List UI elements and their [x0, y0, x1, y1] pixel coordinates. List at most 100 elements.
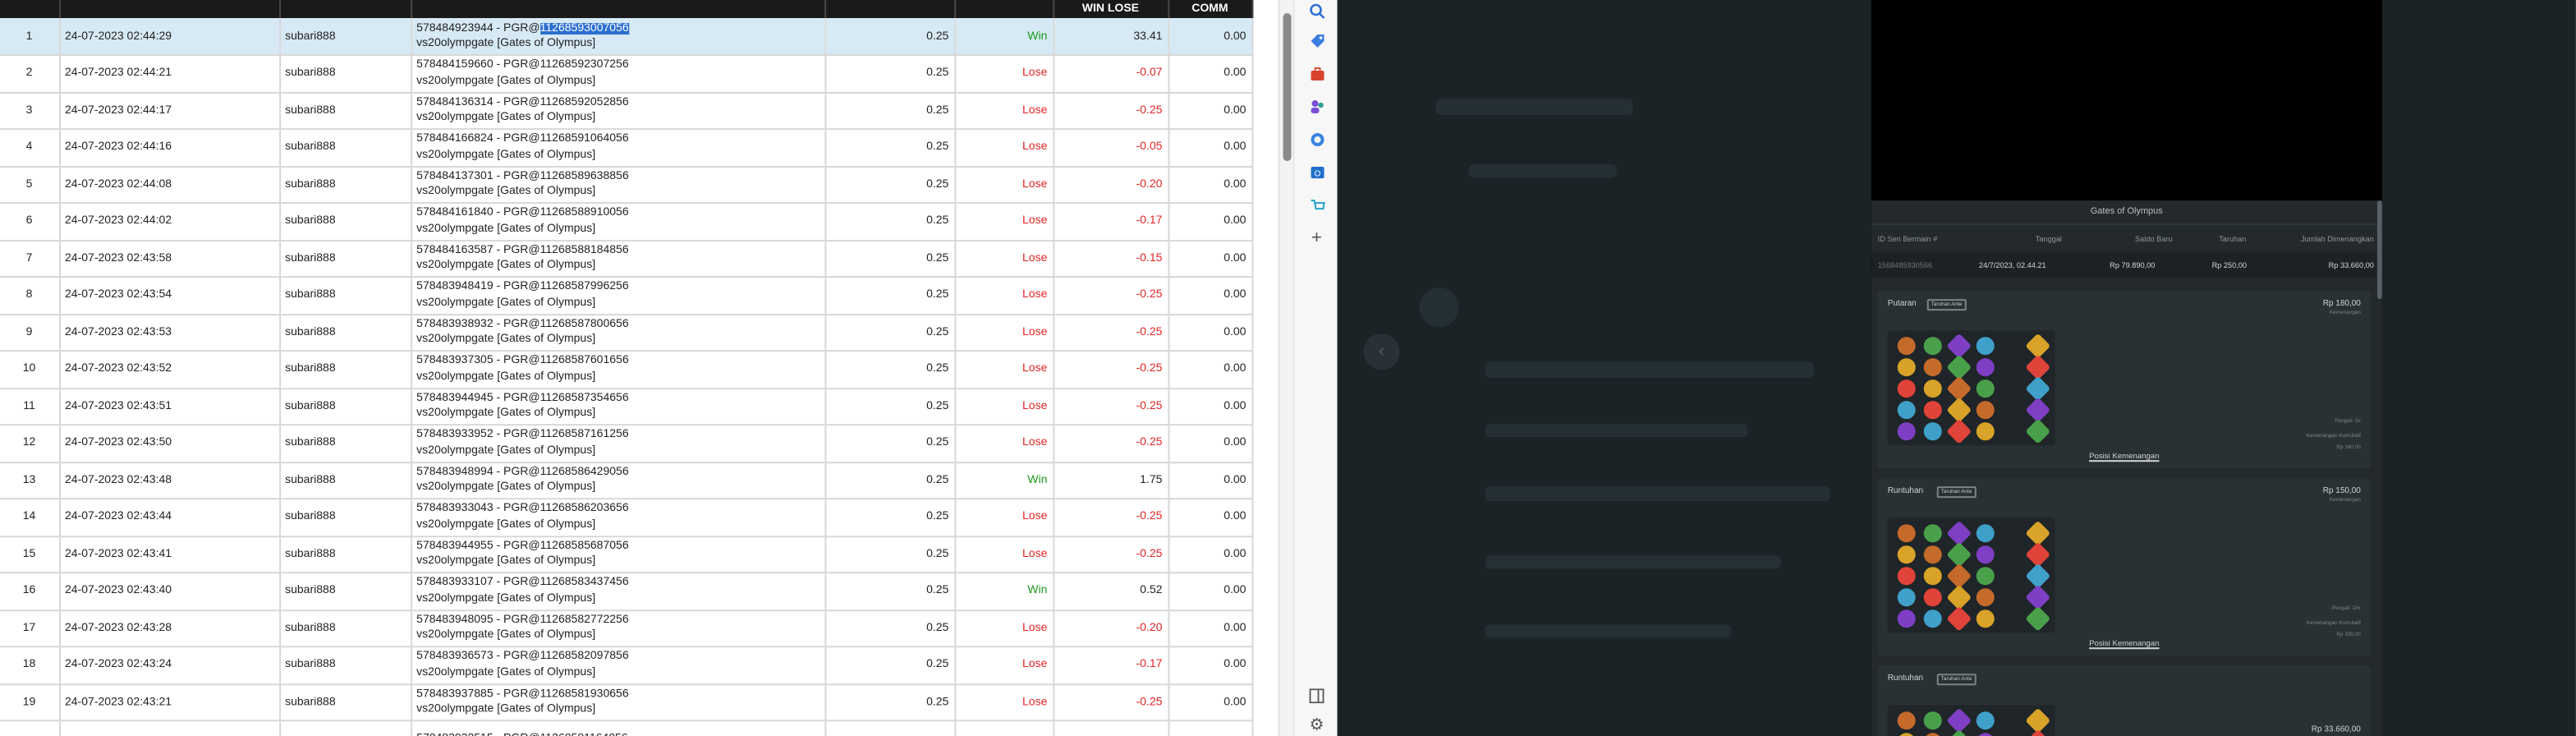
column-header[interactable]: [59, 0, 281, 19]
toolbox-icon[interactable]: [1306, 62, 1327, 84]
result-status: Lose: [954, 129, 1054, 168]
reference-id[interactable]: 578483944955 - PGR@11268585687056: [416, 539, 819, 554]
column-header[interactable]: [954, 0, 1054, 19]
reference-id[interactable]: 578483937305 - PGR@11268587601656: [416, 354, 819, 370]
row-number: 13: [0, 462, 61, 500]
reference-id[interactable]: 578484137301 - PGR@11268589638856: [416, 169, 819, 185]
row-number: 12: [0, 425, 61, 463]
cart-icon[interactable]: [1306, 194, 1327, 215]
reference-id[interactable]: 578483932515 - PGR@11268581164056: [416, 731, 819, 736]
reference-id[interactable]: 578483933952 - PGR@11268587161256: [416, 428, 819, 444]
bet-amount: 0.25: [824, 683, 956, 722]
bet-amount: 0.25: [824, 425, 956, 463]
winning-position-link[interactable]: Posisi Kemenangan: [1878, 641, 2371, 649]
table-row[interactable]: 578483932515 - PGR@11268581164056: [0, 720, 1253, 736]
tag-icon[interactable]: [1306, 30, 1327, 51]
row-number: 8: [0, 277, 61, 315]
table-row[interactable]: 18 24-07-2023 02:43:24 subari888 5784839365…: [0, 646, 1253, 685]
result-status: Lose: [954, 536, 1054, 574]
settings-icon[interactable]: ⚙: [1306, 715, 1327, 736]
reference-id[interactable]: 578484136314 - PGR@11268592052856: [416, 95, 819, 111]
panel-scrollbar[interactable]: [2376, 200, 2382, 300]
table-row[interactable]: 11 24-07-2023 02:43:51 subari888 5784839449…: [0, 388, 1253, 426]
sidebar-panel-icon[interactable]: [1306, 685, 1327, 706]
add-icon[interactable]: +: [1306, 228, 1327, 250]
table-row[interactable]: 16 24-07-2023 02:43:40 subari888 5784839331…: [0, 573, 1253, 611]
game-name: vs20olympgate [Gates of Olympus]: [416, 629, 596, 642]
commission: 0.00: [1168, 573, 1253, 611]
multiplier-note: Pengali: 0x: [2335, 417, 2361, 425]
reference-cell: 578484159660 - PGR@11268592307256 vs20oly…: [411, 55, 826, 94]
table-row[interactable]: 14 24-07-2023 02:43:44 subari888 5784839330…: [0, 499, 1253, 537]
reference-id[interactable]: 578483948994 - PGR@11268586429056: [416, 465, 819, 481]
row-number: 14: [0, 499, 61, 537]
reference-cell: 578483938932 - PGR@11268587800656 vs20oly…: [411, 314, 826, 352]
office-icon[interactable]: [1306, 128, 1327, 150]
column-header[interactable]: [0, 0, 61, 19]
reference-id[interactable]: 578484166824 - PGR@11268591064056: [416, 132, 819, 148]
table-scrollbar-thumb[interactable]: [1283, 13, 1292, 162]
win-lose-amount: [1053, 720, 1169, 736]
table-row[interactable]: 12 24-07-2023 02:43:50 subari888 5784839339…: [0, 425, 1253, 463]
table-row[interactable]: 5 24-07-2023 02:44:08 subari888 57848413730…: [0, 166, 1253, 205]
slot-symbol: [1923, 545, 1942, 564]
back-arrow-button[interactable]: ‹: [1363, 334, 1400, 370]
table-row[interactable]: 17 24-07-2023 02:43:28 subari888 5784839480…: [0, 610, 1253, 648]
table-row[interactable]: 4 24-07-2023 02:44:16 subari888 57848416682…: [0, 129, 1253, 168]
reference-cell: 578483937305 - PGR@11268587601656 vs20oly…: [411, 351, 826, 389]
cumulative-label: Kemenangan Kumulatif: [2306, 619, 2361, 627]
table-row[interactable]: 10 24-07-2023 02:43:52 subari888 5784839373…: [0, 351, 1253, 389]
symbol-board: [1887, 705, 2055, 736]
bet-amount: 0.25: [824, 92, 956, 131]
reference-id[interactable]: 578484163587 - PGR@11268588184856: [416, 243, 819, 259]
reference-id[interactable]: 578484159660 - PGR@11268592307256: [416, 58, 819, 74]
table-row[interactable]: 3 24-07-2023 02:44:17 subari888 57848413631…: [0, 92, 1253, 131]
table-row[interactable]: 2 24-07-2023 02:44:21 subari888 57848415966…: [0, 55, 1253, 94]
slot-symbol: [1976, 337, 1995, 356]
round-badge: Taruhan Ante: [1926, 299, 1967, 311]
table-row[interactable]: 19 24-07-2023 02:43:21 subari888 5784839378…: [0, 683, 1253, 722]
reference-id[interactable]: 578483936573 - PGR@11268582097856: [416, 650, 819, 665]
people-icon[interactable]: [1306, 95, 1327, 117]
table-row[interactable]: 13 24-07-2023 02:43:48 subari888 5784839489…: [0, 462, 1253, 500]
result-status: Lose: [954, 166, 1054, 205]
slot-symbol: [1897, 337, 1916, 356]
table-row[interactable]: 9 24-07-2023 02:43:53 subari888 57848393893…: [0, 314, 1253, 352]
table-row[interactable]: 15 24-07-2023 02:43:41 subari888 5784839449…: [0, 536, 1253, 574]
reference-cell: 578483933952 - PGR@11268587161256 vs20oly…: [411, 425, 826, 463]
result-status: [954, 720, 1054, 736]
search-icon[interactable]: [1306, 0, 1327, 21]
reference-id[interactable]: 578483933107 - PGR@11268583437456: [416, 576, 819, 591]
commission: 0.00: [1168, 683, 1253, 722]
slot-symbol: [1976, 422, 1995, 441]
bet-amount: 0.25: [824, 314, 956, 352]
table-row[interactable]: 8 24-07-2023 02:43:54 subari888 57848394841…: [0, 277, 1253, 315]
reference-id[interactable]: 578483937885 - PGR@11268581930656: [416, 687, 819, 702]
column-header[interactable]: [824, 0, 956, 19]
reference-id[interactable]: 578484161840 - PGR@11268588910056: [416, 206, 819, 222]
detail-value: 24/7/2023, 02.44.21: [1978, 260, 2046, 269]
win-lose-amount: -0.25: [1053, 499, 1169, 537]
cumulative-label: Kemenangan Kumulatif: [2306, 432, 2361, 439]
cumulative-value: Rp 180,00: [2336, 444, 2361, 451]
reference-id[interactable]: 578483948095 - PGR@11268582772256: [416, 613, 819, 628]
reference-id[interactable]: 578483944945 - PGR@11268587354656: [416, 391, 819, 407]
outlook-icon[interactable]: O: [1306, 161, 1327, 182]
table-scrollbar[interactable]: [1278, 0, 1293, 736]
reference-id[interactable]: 578483948419 - PGR@11268587996256: [416, 280, 819, 296]
table-row[interactable]: 1 24-07-2023 02:44:29 subari888 57848492394…: [0, 18, 1253, 56]
table-row[interactable]: 6 24-07-2023 02:44:02 subari888 57848416184…: [0, 203, 1253, 242]
result-status: Win: [954, 462, 1054, 500]
column-header[interactable]: [411, 0, 826, 19]
commission: 0.00: [1168, 314, 1253, 352]
reference-id[interactable]: 578484923944 - PGR@11268593007056: [416, 21, 819, 36]
winning-position-link[interactable]: Posisi Kemenangan: [1878, 453, 2371, 462]
column-header[interactable]: [279, 0, 412, 19]
reference-id[interactable]: 578483933043 - PGR@11268586203656: [416, 502, 819, 518]
reference-id[interactable]: 578483938932 - PGR@11268587800656: [416, 317, 819, 333]
selected-text[interactable]: 11268593007056: [540, 22, 629, 34]
result-status: Win: [954, 573, 1054, 611]
column-header-comm[interactable]: COMM: [1168, 0, 1253, 19]
table-row[interactable]: 7 24-07-2023 02:43:58 subari888 57848416358…: [0, 240, 1253, 278]
column-header-win-lose[interactable]: WIN LOSE: [1053, 0, 1169, 19]
